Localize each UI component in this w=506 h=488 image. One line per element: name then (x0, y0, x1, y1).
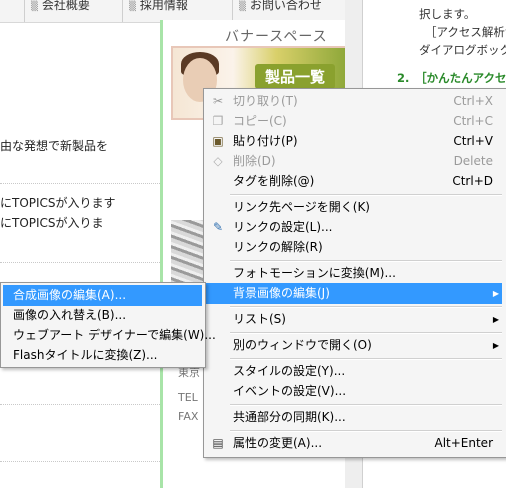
divider (0, 262, 160, 263)
divider (0, 461, 160, 462)
page-text-line: にTOPICSが入りま (0, 216, 104, 230)
menu-item-list[interactable]: リスト(S) ▶ (206, 309, 502, 330)
eraser-icon: ◇ (213, 154, 223, 168)
menu-separator (230, 194, 502, 196)
scissors-icon: ✂ (212, 94, 224, 108)
copy-icon: ❐ (212, 114, 224, 128)
context-menu: ✂ 切り取り(T) Ctrl+X ❐ コピー(C) Ctrl+C ▣ 貼り付け(… (203, 88, 506, 458)
submenu-arrow-icon: ▶ (492, 315, 499, 324)
menu-item-open-in-window[interactable]: 別のウィンドウで開く(O) ▶ (206, 335, 502, 356)
nav-item-company[interactable]: ▒ 会社概要 (24, 0, 127, 22)
banner-text-tel: TEL (178, 391, 198, 404)
submenu-item-convert-to-flash-title[interactable]: Flashタイトルに変換(Z)... (3, 345, 202, 366)
help-text-line: ［アクセス解析サ (425, 25, 506, 39)
nav-item-recruit[interactable]: ▒ 採用情報 (122, 0, 237, 22)
menu-item-style-settings[interactable]: スタイルの設定(Y)... (206, 361, 502, 382)
divider (0, 404, 160, 405)
submenu-arrow-icon: ▶ (492, 289, 499, 298)
menu-item-open-link[interactable]: リンク先ページを開く(K) (206, 197, 502, 218)
product-list-label: 製品一覧 (255, 64, 336, 89)
page-text-line: 由な発想で新製品を (0, 139, 109, 153)
banner-text-fax: FAX (178, 410, 199, 423)
submenu-item-replace-image[interactable]: 画像の入れ替え(B)... (3, 305, 202, 326)
link-edit-icon: ✎ (212, 220, 224, 234)
help-step-heading: 2. ［かんたんアクセ (397, 71, 506, 85)
menu-item-remove-tag[interactable]: タグを削除(@) Ctrl+D (206, 171, 502, 192)
paste-icon: ▣ (212, 134, 224, 148)
menu-item-delete[interactable]: ◇ 削除(D) Delete (206, 151, 502, 172)
help-text-line: 択します。 (419, 7, 476, 21)
menu-item-sync-common[interactable]: 共通部分の同期(K)... (206, 407, 502, 428)
menu-separator (230, 306, 502, 308)
menu-item-link-settings[interactable]: ✎ リンクの設定(L)... (206, 217, 502, 238)
properties-icon: ▤ (212, 436, 224, 450)
menu-item-copy[interactable]: ❐ コピー(C) Ctrl+C (206, 111, 502, 132)
nav-item-contact[interactable]: ▒ お問い合わせ (232, 0, 351, 22)
menu-separator (230, 430, 502, 432)
submenu-arrow-icon: ▶ (492, 341, 499, 350)
menu-separator (230, 404, 502, 406)
nav-bullet-icon: ▒ (129, 2, 136, 12)
menu-item-event-settings[interactable]: イベントの設定(V)... (206, 381, 502, 402)
menu-separator (230, 332, 502, 334)
background-image-submenu: 合成画像の編集(A)... 画像の入れ替え(B)... ウェブアート デザイナー… (0, 282, 216, 368)
menu-item-change-attributes[interactable]: ▤ 属性の変更(A)... Alt+Enter (206, 433, 502, 454)
banner-title: バナースペース (225, 29, 328, 45)
nav-bullet-icon: ▒ (31, 2, 38, 12)
menu-item-cut[interactable]: ✂ 切り取り(T) Ctrl+X (206, 91, 502, 112)
help-text-line: ダイアログボック (419, 43, 506, 57)
nav-bullet-icon: ▒ (239, 2, 246, 12)
menu-separator (230, 358, 502, 360)
divider (0, 183, 160, 184)
menu-item-edit-background-image[interactable]: 背景画像の編集(J) ▶ (206, 283, 502, 304)
menu-item-paste[interactable]: ▣ 貼り付け(P) Ctrl+V (206, 131, 502, 152)
menu-separator (230, 260, 502, 262)
submenu-item-edit-in-webart-designer[interactable]: ウェブアート デザイナーで編集(W)... (3, 325, 216, 346)
menu-item-unlink[interactable]: リンクの解除(R) (206, 237, 502, 258)
submenu-item-edit-composite-image[interactable]: 合成画像の編集(A)... (3, 285, 202, 306)
menu-item-photomotion[interactable]: フォトモーションに変換(M)... (206, 263, 502, 284)
page-text-line: にTOPICSが入ります (0, 196, 116, 210)
